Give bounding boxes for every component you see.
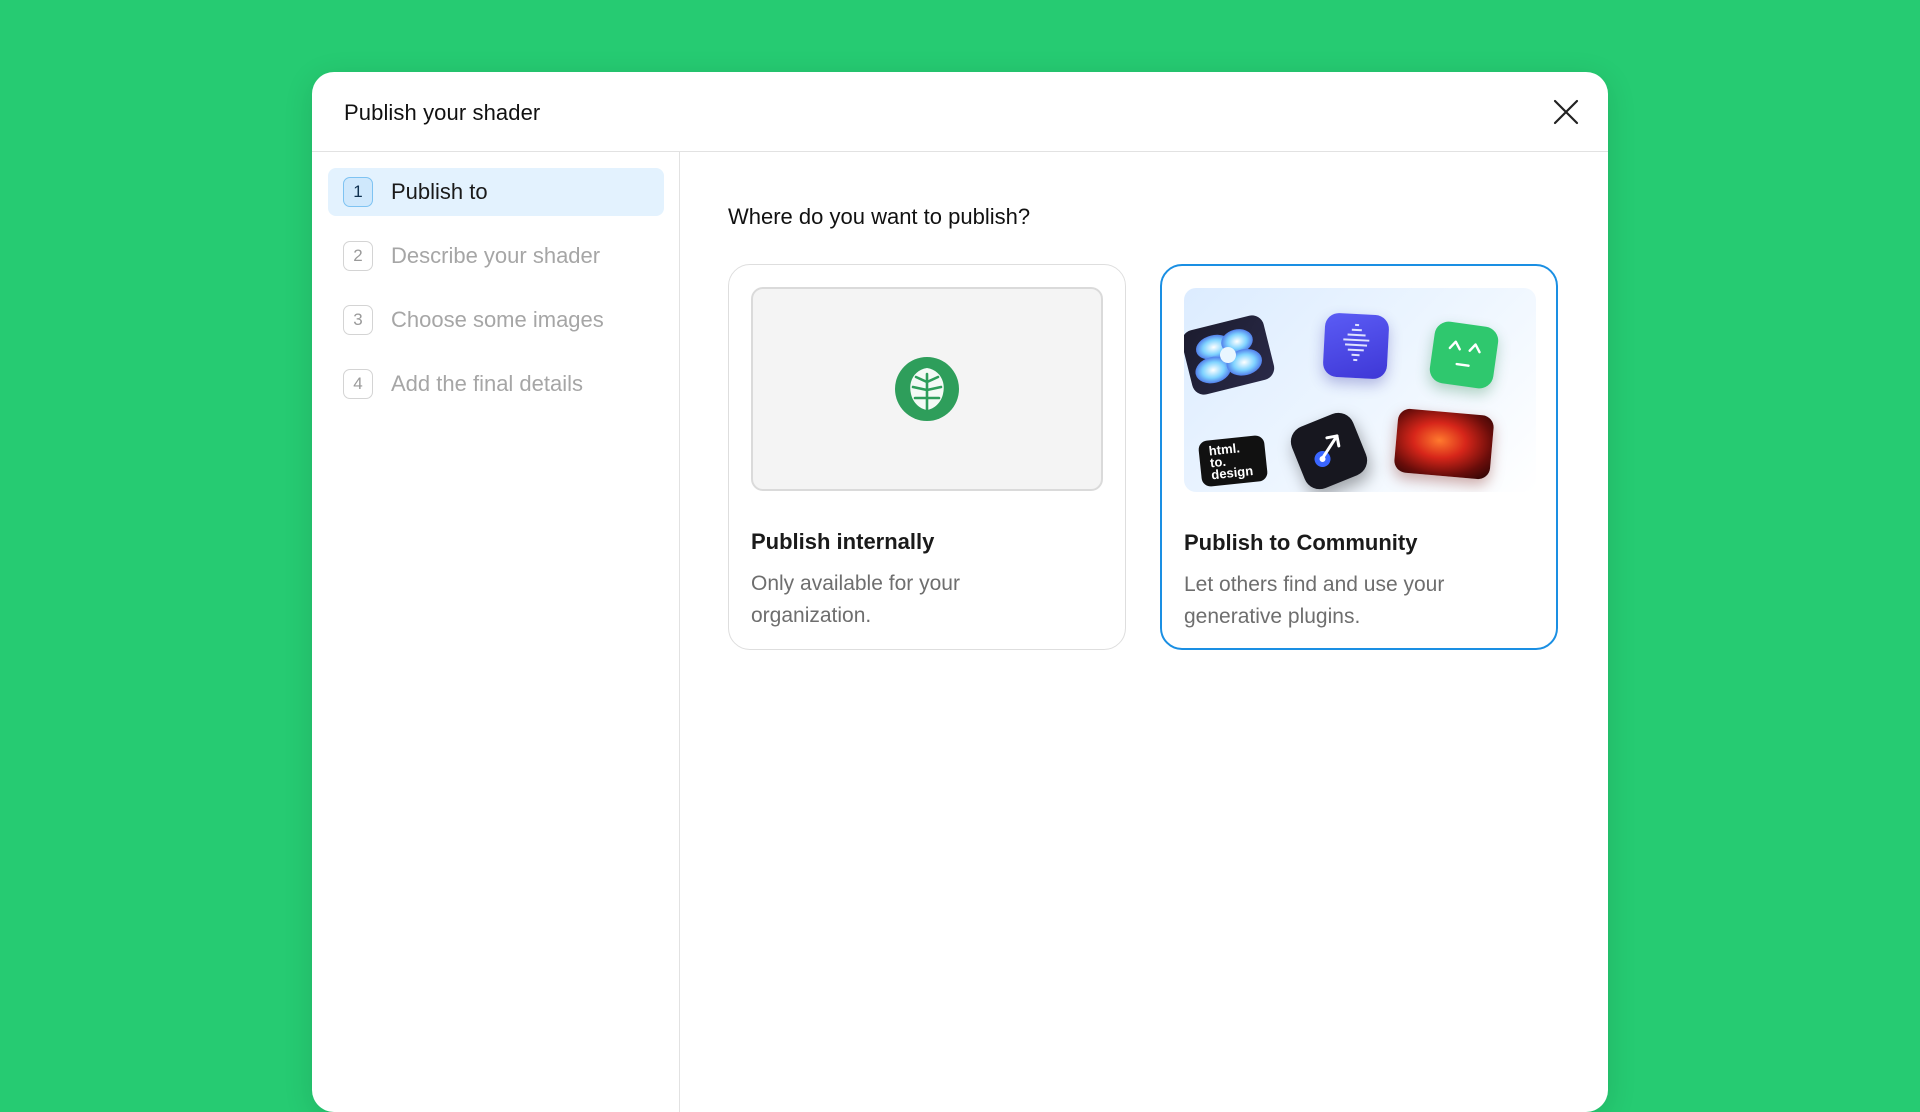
option-publish-internally[interactable]: Publish internally Only available for yo… (728, 264, 1126, 650)
option-title: Publish internally (751, 529, 935, 554)
close-button[interactable] (1548, 94, 1584, 130)
tile-text: design (1210, 463, 1254, 483)
main-panel: Where do you want to publish? Publish in… (680, 152, 1608, 1112)
organization-leaf-icon (895, 357, 959, 421)
steps-sidebar: 1 Publish to 2 Describe your shader 3 Ch… (312, 152, 680, 1112)
step-label: Describe your shader (391, 243, 601, 268)
publish-question: Where do you want to publish? (728, 204, 1031, 229)
option-description: Only available for your organization. (751, 572, 960, 627)
step-number: 2 (343, 241, 373, 271)
step-label: Add the final details (391, 371, 584, 396)
dialog-header: Publish your shader (312, 72, 1608, 152)
arrow-plugin-icon (1286, 408, 1372, 492)
step-choose-images[interactable]: 3 Choose some images (328, 296, 664, 344)
step-label: Choose some images (391, 307, 604, 332)
step-number: 1 (343, 177, 373, 207)
community-plugins-collage: html. to. design (1184, 288, 1536, 492)
html-to-design-plugin-icon: html. to. design (1197, 434, 1269, 488)
step-number: 3 (343, 305, 373, 335)
flower-plugin-icon (1184, 312, 1277, 398)
step-number: 4 (343, 369, 373, 399)
option-description: Let others find and use your generative … (1184, 573, 1445, 628)
ascii-plugin-icon (1322, 312, 1390, 380)
option-publish-community[interactable]: html. to. design Publish to Community Le… (1160, 264, 1558, 650)
face-plugin-icon (1427, 319, 1501, 391)
step-describe-shader[interactable]: 2 Describe your shader (328, 232, 664, 280)
step-publish-to[interactable]: 1 Publish to (328, 168, 664, 216)
internal-preview (751, 287, 1103, 491)
close-icon (1553, 99, 1579, 125)
publish-dialog: Publish your shader 1 Publish to 2 Descr… (312, 72, 1608, 1112)
portrait-plugin-icon (1393, 407, 1495, 481)
option-title: Publish to Community (1184, 530, 1418, 555)
step-label: Publish to (391, 179, 488, 204)
dialog-title: Publish your shader (344, 100, 541, 125)
step-final-details[interactable]: 4 Add the final details (328, 360, 664, 408)
